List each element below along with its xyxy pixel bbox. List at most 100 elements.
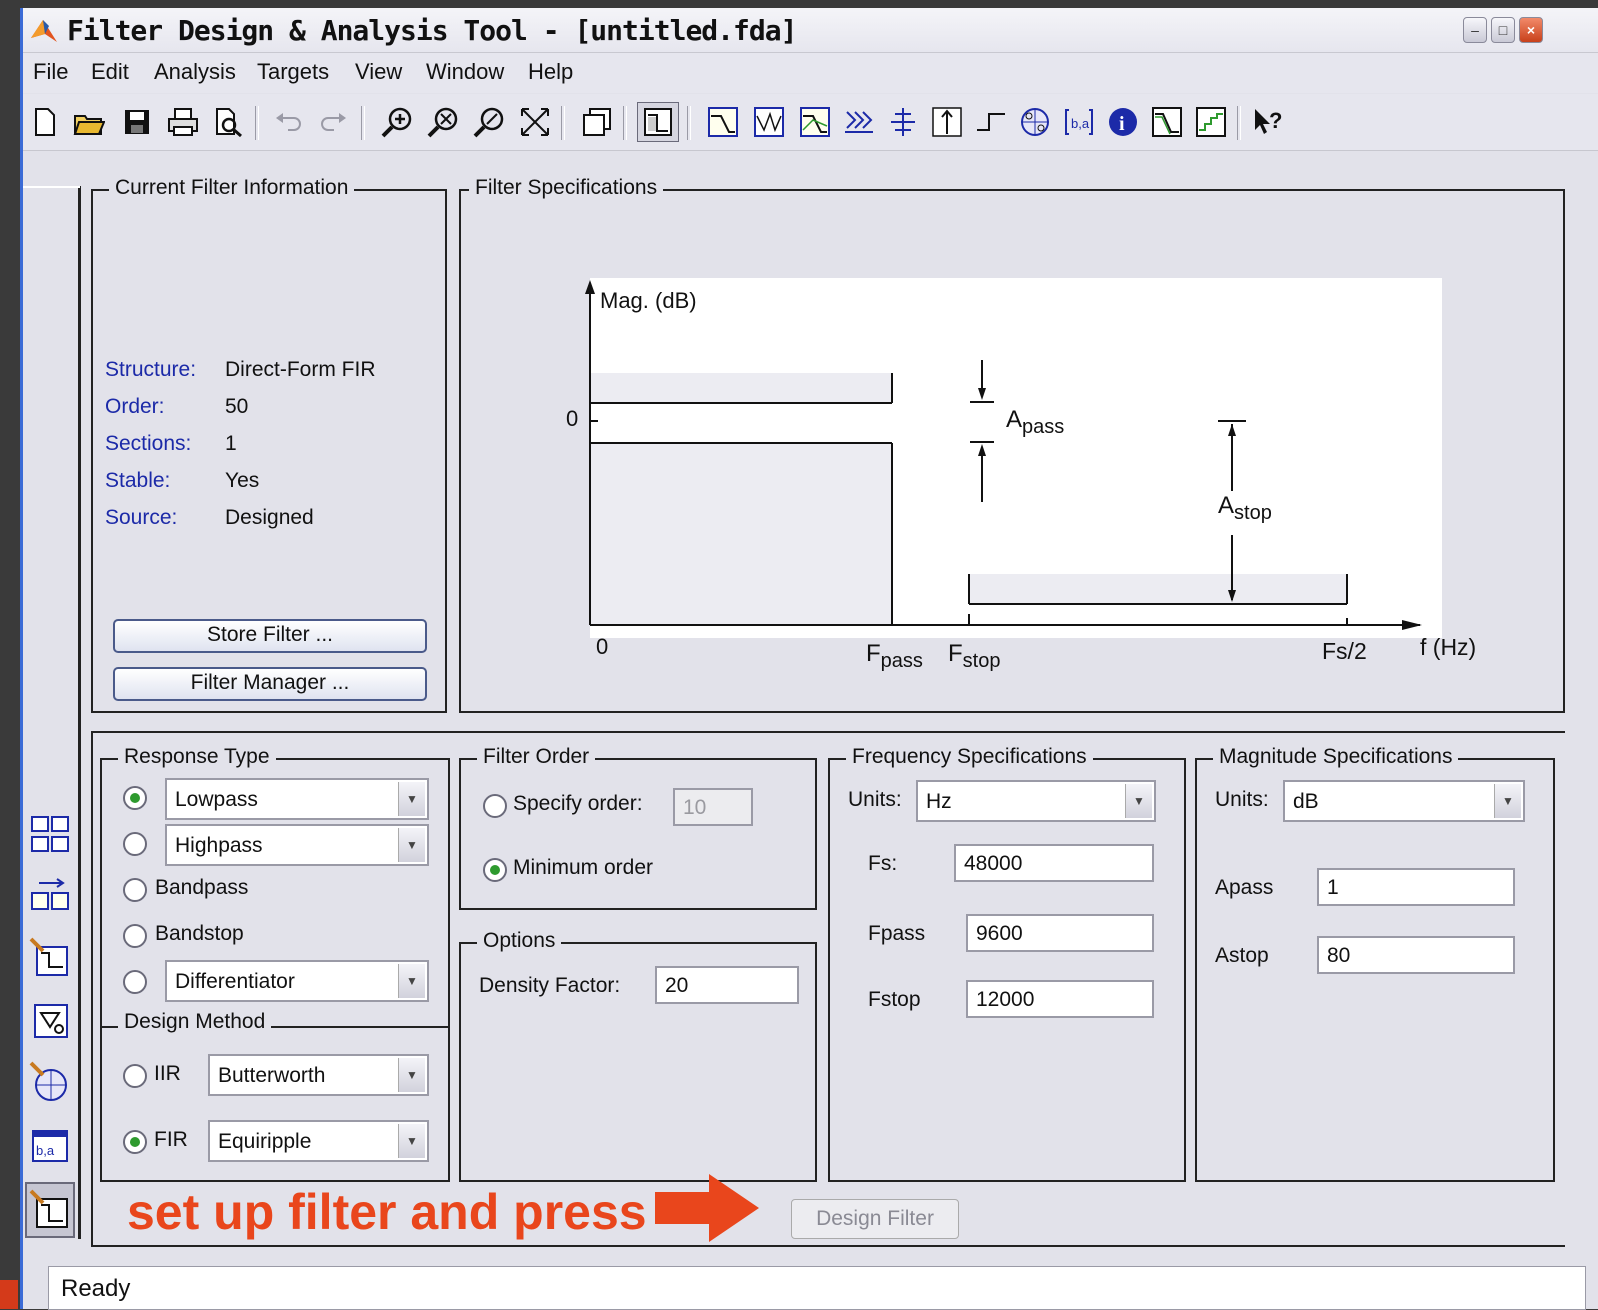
iir-method-select[interactable]: Butterworth ▼ [208,1054,429,1096]
fstop-main: F [948,640,963,667]
filter-spec-diagram: Mag. (dB) 0 0 Fpass Fstop Fs/2 f (Hz) Ap… [566,278,1476,672]
phase-delay-icon[interactable] [885,104,921,140]
group-delay-icon[interactable] [841,104,877,140]
highpass-select-value: Highpass [175,834,263,857]
chevron-down-icon: ▼ [1125,784,1152,818]
response-type-group: Response Type Lowpass ▼ Highpass ▼ Bandpas… [100,745,450,1182]
fpass-label: Fpass [866,640,923,673]
close-button[interactable]: × [1519,17,1543,43]
fir-method-select[interactable]: Equiripple ▼ [208,1120,429,1162]
stable-label: Stable: [105,469,171,492]
maximize-button[interactable]: □ [1491,17,1515,43]
minimum-order-radio[interactable] [483,858,507,882]
menu-analysis[interactable]: Analysis [154,59,236,85]
mag-units-select[interactable]: dB ▼ [1283,780,1525,822]
store-filter-button[interactable]: Store Filter ... [113,619,427,653]
magnitude-phase-icon[interactable] [797,104,833,140]
open-folder-icon[interactable] [71,104,107,140]
menu-file[interactable]: File [33,59,68,85]
pole-zero-icon[interactable] [1017,104,1053,140]
menu-targets[interactable]: Targets [257,59,329,85]
quantize-icon[interactable]: b,a [25,1116,75,1172]
toolbar: b,a i ? [23,94,1598,151]
magnitude-estimate-icon[interactable] [1149,104,1185,140]
specify-order-label[interactable]: Specify order: [513,792,643,816]
lowpass-select[interactable]: Lowpass ▼ [165,778,429,820]
zoom-in-icon[interactable] [379,104,415,140]
transform-filter-icon[interactable] [25,806,75,862]
highpass-radio[interactable] [123,832,147,856]
magnitude-response-icon[interactable] [705,104,741,140]
bandpass-label[interactable]: Bandpass [155,876,248,900]
frequency-specs-group: Frequency Specifications Units: Hz ▼ Fs: … [828,745,1186,1182]
structure-value: Direct-Form FIR [225,358,376,381]
astop-field-label: Astop [1215,944,1269,967]
stable-value: Yes [225,469,260,492]
menu-window[interactable]: Window [426,59,504,85]
zoom-x-icon[interactable] [425,104,461,140]
design-filter-icon[interactable] [25,1182,75,1238]
sidebar-divider [78,186,81,1239]
print-preview-icon[interactable] [211,104,247,140]
lowpass-radio[interactable] [123,786,147,810]
coefficients-icon[interactable]: b,a [1061,104,1097,140]
astop-input[interactable]: 80 [1317,936,1515,974]
arrow-right-icon [655,1174,759,1242]
bandpass-radio[interactable] [123,878,147,902]
pole-zero-editor-icon[interactable] [25,1054,75,1110]
highpass-select[interactable]: Highpass ▼ [165,824,429,866]
apass-label: Apass [1006,406,1064,439]
mag-units-label: Units: [1215,788,1269,811]
current-filter-info-title: Current Filter Information [109,176,355,200]
whats-this-help-icon[interactable]: ? [1251,104,1287,140]
filter-order-title: Filter Order [477,745,596,769]
fir-radio[interactable] [123,1130,147,1154]
step-response-icon[interactable] [973,104,1009,140]
freq-units-select[interactable]: Hz ▼ [916,780,1156,822]
density-factor-input[interactable]: 20 [655,966,799,1004]
fir-method-value: Equiripple [218,1130,312,1153]
differentiator-select[interactable]: Differentiator ▼ [165,960,429,1002]
menu-help[interactable]: Help [528,59,573,85]
new-window-icon[interactable] [579,104,615,140]
differentiator-radio[interactable] [123,970,147,994]
minimum-order-label[interactable]: Minimum order [513,856,653,880]
chevron-down-icon: ▼ [398,782,425,816]
phase-response-icon[interactable] [751,104,787,140]
print-icon[interactable] [165,104,201,140]
impulse-response-icon[interactable] [929,104,965,140]
filter-specs-icon[interactable] [637,102,679,142]
undo-icon[interactable] [271,104,307,140]
specify-order-input[interactable]: 10 [673,788,753,826]
filter-manager-button[interactable]: Filter Manager ... [113,667,427,701]
save-icon[interactable] [119,104,155,140]
round-off-noise-icon[interactable] [1193,104,1229,140]
differentiator-select-value: Differentiator [175,970,295,993]
fs-input[interactable]: 48000 [954,844,1154,882]
redo-icon[interactable] [315,104,351,140]
toolbar-separator [687,106,691,140]
import-filter-icon[interactable] [25,930,75,986]
full-view-icon[interactable] [517,104,553,140]
apass-input[interactable]: 1 [1317,868,1515,906]
realize-model-icon[interactable] [25,992,75,1048]
specify-order-radio[interactable] [483,794,507,818]
filter-specs-title: Filter Specifications [469,176,664,200]
order-label: Order: [105,395,165,418]
design-filter-button[interactable]: Design Filter [791,1199,959,1239]
menu-view[interactable]: View [355,59,402,85]
convert-structure-icon[interactable] [25,868,75,924]
bandstop-label[interactable]: Bandstop [155,922,244,946]
iir-label[interactable]: IIR [154,1062,181,1086]
info-icon[interactable]: i [1105,104,1141,140]
zoom-y-icon[interactable] [471,104,507,140]
new-file-icon[interactable] [27,104,63,140]
minimize-button[interactable]: – [1463,17,1487,43]
menu-edit[interactable]: Edit [91,59,129,85]
fstop-input[interactable]: 12000 [966,980,1154,1018]
fpass-input[interactable]: 9600 [966,914,1154,952]
iir-radio[interactable] [123,1064,147,1088]
bandstop-radio[interactable] [123,924,147,948]
design-method-title: Design Method [118,1010,272,1034]
fir-label[interactable]: FIR [154,1128,188,1152]
